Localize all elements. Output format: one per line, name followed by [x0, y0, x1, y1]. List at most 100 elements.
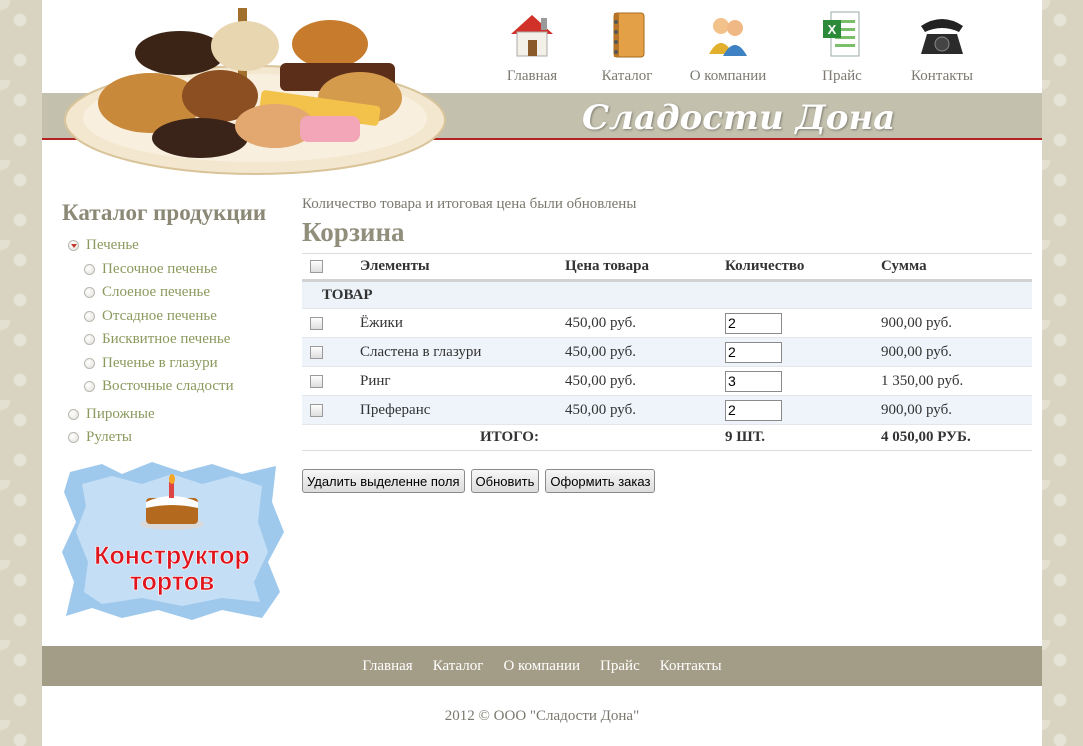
- table-row: Ринг 450,00 руб. 1 350,00 руб.: [302, 366, 1032, 396]
- footer-nav: Главная Каталог О компании Прайс Контакт…: [42, 646, 1042, 686]
- item-name: Сластена в глазури: [360, 337, 565, 367]
- table-row: Преферанс 450,00 руб. 900,00 руб.: [302, 395, 1032, 425]
- expanded-bullet-icon: [68, 240, 79, 252]
- nav-price[interactable]: X Прайс: [797, 10, 887, 90]
- category-label: Восточные сладости: [102, 378, 234, 395]
- cart-table: Элементы Цена товара Количество Сумма ТО…: [302, 253, 1032, 451]
- cookie-plate-image: [64, 8, 446, 175]
- item-sum: 900,00 руб.: [881, 308, 1032, 338]
- category-cookies[interactable]: Печенье: [62, 234, 292, 258]
- quantity-input[interactable]: [725, 341, 782, 363]
- nav-home[interactable]: Главная: [487, 10, 577, 90]
- quantity-input[interactable]: [725, 399, 782, 421]
- bullet-icon: [84, 334, 95, 346]
- select-all-checkbox[interactable]: [310, 260, 323, 274]
- item-sum: 900,00 руб.: [881, 395, 1032, 425]
- category-oriental[interactable]: Восточные сладости: [62, 375, 292, 399]
- footer-link-price[interactable]: Прайс: [600, 658, 640, 675]
- footer-link-catalog[interactable]: Каталог: [433, 658, 484, 675]
- item-price: 450,00 руб.: [565, 337, 725, 367]
- category-label: Печенье: [86, 237, 139, 254]
- site-title: Сладости Дона: [582, 98, 896, 138]
- item-name: Преферанс: [360, 395, 565, 425]
- bullet-icon: [68, 408, 79, 420]
- row-checkbox[interactable]: [310, 403, 323, 417]
- item-name: Ринг: [360, 366, 565, 396]
- column-header: Элементы: [360, 253, 565, 282]
- category-shortbread[interactable]: Песочное печенье: [62, 258, 292, 282]
- table-header: Элементы Цена товара Количество Сумма: [302, 253, 1032, 282]
- page-title: Корзина: [302, 217, 405, 247]
- notebook-icon: [613, 12, 645, 58]
- footer-link-contacts[interactable]: Контакты: [660, 658, 722, 675]
- row-checkbox[interactable]: [310, 316, 323, 330]
- category-label: Песочное печенье: [102, 260, 218, 277]
- sidebar-title: Каталог продукции: [62, 200, 267, 225]
- column-header: Количество: [725, 253, 881, 282]
- category-label: Печенье в глазури: [102, 354, 218, 371]
- nav-contacts-label: Контакты: [911, 68, 973, 84]
- item-sum: 900,00 руб.: [881, 337, 1032, 367]
- header: Сладости Дона Главная Каталог О компании…: [42, 0, 1042, 175]
- nav-contacts[interactable]: Контакты: [897, 10, 987, 90]
- category-pastries[interactable]: Пирожные: [62, 403, 292, 427]
- column-header: Цена товара: [565, 253, 725, 282]
- bullet-icon: [84, 357, 95, 369]
- category-label: Пирожные: [86, 405, 155, 422]
- nav-catalog[interactable]: Каталог: [582, 10, 672, 90]
- category-label: Рулеты: [86, 429, 132, 446]
- bullet-icon: [84, 263, 95, 275]
- svg-text:X: X: [828, 22, 837, 37]
- update-notice: Количество товара и итоговая цена были о…: [302, 196, 637, 212]
- total-sum: 4 050,00 РУБ.: [881, 424, 1032, 451]
- group-row: ТОВАР: [302, 280, 1032, 309]
- page: Сладости Дона Главная Каталог О компании…: [42, 0, 1042, 746]
- total-quantity: 9 ШТ.: [725, 424, 881, 451]
- item-price: 450,00 руб.: [565, 366, 725, 396]
- nav-price-label: Прайс: [822, 68, 862, 84]
- table-row: Сластена в глазури 450,00 руб. 900,00 ру…: [302, 337, 1032, 367]
- telephone-icon: [921, 19, 963, 54]
- item-name: Ёжики: [360, 308, 565, 338]
- bullet-icon: [68, 432, 79, 444]
- bullet-icon: [84, 310, 95, 322]
- item-sum: 1 350,00 руб.: [881, 366, 1032, 396]
- bullet-icon: [84, 381, 95, 393]
- checkout-button[interactable]: Оформить заказ: [545, 469, 656, 493]
- house-icon: [511, 15, 553, 57]
- nav-home-label: Главная: [506, 68, 558, 84]
- category-sponge[interactable]: Бисквитное печенье: [62, 328, 292, 352]
- promo-line2: тортов: [130, 568, 215, 596]
- quantity-input[interactable]: [725, 312, 782, 334]
- nav-about-label: О компании: [689, 68, 767, 84]
- row-checkbox[interactable]: [310, 374, 323, 388]
- category-rolls[interactable]: Рулеты: [62, 426, 292, 450]
- category-label: Слоеное печенье: [102, 284, 210, 301]
- quantity-input[interactable]: [725, 370, 782, 392]
- category-label: Отсадное печенье: [102, 307, 217, 324]
- footer-link-about[interactable]: О компании: [503, 658, 580, 675]
- item-price: 450,00 руб.: [565, 308, 725, 338]
- nav-about[interactable]: О компании: [683, 10, 773, 90]
- excel-icon: X: [823, 11, 860, 57]
- category-puff[interactable]: Слоеное печенье: [62, 281, 292, 305]
- total-label: ИТОГО:: [360, 424, 725, 451]
- promo-line1: Конструктор: [94, 542, 250, 570]
- copyright: 2012 © ООО "Сладости Дона": [444, 708, 640, 724]
- update-button[interactable]: Обновить: [470, 469, 540, 493]
- footer-link-home[interactable]: Главная: [362, 658, 412, 675]
- bullet-icon: [84, 287, 95, 299]
- cart-actions: Удалить выделенне поля Обновить Оформить…: [302, 469, 1032, 493]
- table-row: Ёжики 450,00 руб. 900,00 руб.: [302, 308, 1032, 338]
- cake-constructor-banner[interactable]: Конструктор тортов: [62, 462, 284, 620]
- nav-catalog-label: Каталог: [601, 68, 653, 84]
- main-content: Количество товара и итоговая цена были о…: [302, 196, 1032, 493]
- category-glazed[interactable]: Печенье в глазури: [62, 352, 292, 376]
- column-header: Сумма: [881, 253, 1032, 282]
- category-tree: Печенье Песочное печенье Слоеное печенье…: [62, 234, 292, 450]
- delete-selected-button[interactable]: Удалить выделенне поля: [302, 469, 465, 493]
- category-piped[interactable]: Отсадное печенье: [62, 305, 292, 329]
- sidebar: Каталог продукции Печенье Песочное печен…: [62, 200, 292, 450]
- category-label: Бисквитное печенье: [102, 331, 231, 348]
- row-checkbox[interactable]: [310, 345, 323, 359]
